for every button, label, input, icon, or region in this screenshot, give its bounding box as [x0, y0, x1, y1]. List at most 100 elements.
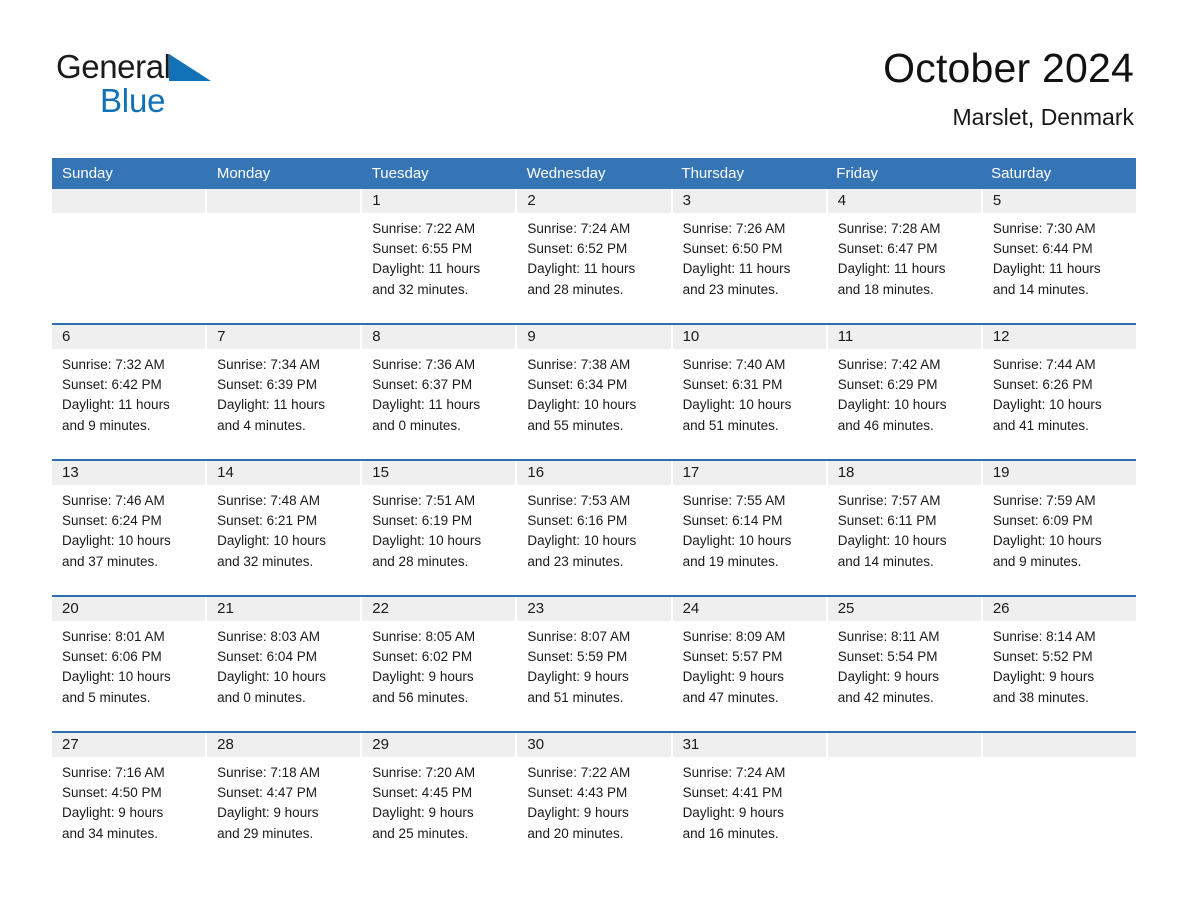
sunset-text: Sunset: 4:50 PM	[62, 785, 162, 801]
sunrise-text: Sunrise: 7:42 AM	[837, 357, 941, 372]
day-cell[interactable]: 27 Sunrise: 7:16 AM Sunset: 4:50 PM Dayligh…	[52, 733, 206, 856]
calendar-weeks: 1 Sunrise: 7:22 AM Sunset: 6:55 PM Daylight…	[52, 189, 1136, 856]
daylight-text: Daylight: 10 hours	[217, 533, 326, 549]
day-cell[interactable]: 10 Sunrise: 7:40 AM Sunset: 6:31 PM Dayligh…	[672, 325, 826, 448]
sunset-text: Sunset: 6:31 PM	[682, 377, 783, 393]
day-number-band: 14	[207, 461, 361, 485]
general-blue-logo[interactable]: General Blue	[56, 50, 211, 117]
day-details: Sunrise: 7:44 AM Sunset: 6:26 PM Daylight:…	[983, 349, 1136, 436]
sunrise-text: Sunrise: 7:16 AM	[62, 765, 165, 780]
day-cell[interactable]: 24 Sunrise: 8:09 AM Sunset: 5:57 PM Dayligh…	[672, 597, 826, 720]
day-details: Sunrise: 8:14 AM Sunset: 5:52 PM Daylight:…	[983, 621, 1136, 708]
day-cell[interactable]: 12 Sunrise: 7:44 AM Sunset: 6:26 PM Dayligh…	[982, 325, 1136, 448]
day-cell[interactable]: 9 Sunrise: 7:38 AM Sunset: 6:34 PM Daylight…	[517, 325, 671, 448]
logo-triangle-icon	[168, 54, 211, 81]
day-cell[interactable]: 30 Sunrise: 7:22 AM Sunset: 4:43 PM Dayligh…	[517, 733, 671, 856]
day-cell[interactable]: 4 Sunrise: 7:28 AM Sunset: 6:47 PM Daylight…	[827, 189, 981, 312]
day-number: 14	[217, 464, 234, 481]
daylight-text: and 20 minutes.	[527, 825, 624, 841]
daylight-text: Daylight: 10 hours	[372, 533, 482, 549]
daylight-text: Daylight: 11 hours	[372, 261, 481, 277]
daylight-text: and 41 minutes.	[992, 417, 1089, 433]
daylight-text: Daylight: 9 hours	[217, 805, 319, 821]
day-cell[interactable]: 16 Sunrise: 7:53 AM Sunset: 6:16 PM Dayligh…	[517, 461, 671, 584]
calendar-page: General Blue October 2024 Marslet, Denma…	[0, 0, 1188, 918]
day-details: Sunrise: 7:40 AM Sunset: 6:31 PM Daylight:…	[673, 349, 826, 436]
day-number-band: 8	[362, 325, 516, 349]
sunrise-text: Sunrise: 7:48 AM	[217, 493, 320, 508]
day-details: Sunrise: 7:28 AM Sunset: 6:47 PM Daylight:…	[828, 213, 981, 300]
daylight-text: and 25 minutes.	[372, 825, 469, 841]
day-number: 7	[217, 328, 226, 345]
day-cell[interactable]: 28 Sunrise: 7:18 AM Sunset: 4:47 PM Dayligh…	[207, 733, 361, 856]
daylight-text: Daylight: 11 hours	[527, 261, 636, 277]
sunset-text: Sunset: 4:41 PM	[682, 785, 783, 801]
day-cell[interactable]: 26 Sunrise: 8:14 AM Sunset: 5:52 PM Dayligh…	[982, 597, 1136, 720]
day-details	[52, 213, 205, 219]
sunrise-text: Sunrise: 7:18 AM	[217, 765, 320, 780]
day-cell[interactable]: 7 Sunrise: 7:34 AM Sunset: 6:39 PM Daylight…	[207, 325, 361, 448]
day-cell[interactable]: 17 Sunrise: 7:55 AM Sunset: 6:14 PM Dayligh…	[672, 461, 826, 584]
day-cell[interactable]: 18 Sunrise: 7:57 AM Sunset: 6:11 PM Dayligh…	[827, 461, 981, 584]
daylight-text: Daylight: 9 hours	[992, 669, 1095, 685]
day-cell[interactable]: 15 Sunrise: 7:51 AM Sunset: 6:19 PM Dayligh…	[362, 461, 516, 584]
day-cell[interactable]: 21 Sunrise: 8:03 AM Sunset: 6:04 PM Dayligh…	[207, 597, 361, 720]
day-details: Sunrise: 8:11 AM Sunset: 5:54 PM Daylight:…	[828, 621, 981, 708]
sunrise-text: Sunrise: 7:28 AM	[837, 221, 941, 236]
daylight-text: and 51 minutes.	[682, 417, 779, 433]
sunrise-text: Sunrise: 7:40 AM	[682, 357, 786, 372]
daylight-text: Daylight: 9 hours	[682, 669, 784, 685]
day-cell[interactable]: 29 Sunrise: 7:20 AM Sunset: 4:45 PM Dayligh…	[362, 733, 516, 856]
weekday-monday: Monday	[216, 165, 271, 182]
sunset-text: Sunset: 6:04 PM	[217, 649, 317, 665]
day-number: 18	[837, 464, 855, 481]
daylight-text: and 32 minutes.	[372, 281, 469, 297]
day-cell[interactable]: 20 Sunrise: 8:01 AM Sunset: 6:06 PM Dayligh…	[52, 597, 206, 720]
daylight-text: Daylight: 9 hours	[527, 669, 629, 685]
sunset-text: Sunset: 5:57 PM	[682, 649, 783, 665]
daylight-text: Daylight: 9 hours	[62, 805, 164, 821]
day-number: 17	[682, 464, 700, 481]
weekday-thursday: Thursday	[681, 165, 744, 182]
sunrise-text: Sunrise: 7:53 AM	[527, 493, 631, 508]
day-details: Sunrise: 7:59 AM Sunset: 6:09 PM Daylight:…	[983, 485, 1136, 572]
daylight-text: and 5 minutes.	[62, 689, 151, 705]
day-cell[interactable]: 1 Sunrise: 7:22 AM Sunset: 6:55 PM Daylight…	[362, 189, 516, 312]
daylight-text: and 51 minutes.	[527, 689, 624, 705]
day-cell[interactable]: 5 Sunrise: 7:30 AM Sunset: 6:44 PM Daylight…	[982, 189, 1136, 312]
daylight-text: and 9 minutes.	[62, 417, 151, 433]
day-details: Sunrise: 7:22 AM Sunset: 6:55 PM Daylight:…	[362, 213, 515, 300]
daylight-text: Daylight: 11 hours	[992, 261, 1101, 277]
day-number-band: 28	[207, 733, 361, 757]
daylight-text: Daylight: 11 hours	[372, 397, 481, 413]
logo-blue-text: Blue	[100, 82, 166, 119]
day-details: Sunrise: 7:36 AM Sunset: 6:37 PM Daylight:…	[362, 349, 515, 436]
sunset-text: Sunset: 6:24 PM	[62, 513, 162, 529]
day-cell[interactable]: 23 Sunrise: 8:07 AM Sunset: 5:59 PM Dayligh…	[517, 597, 671, 720]
day-cell[interactable]: 2 Sunrise: 7:24 AM Sunset: 6:52 PM Daylight…	[517, 189, 671, 312]
daylight-text: and 37 minutes.	[62, 553, 159, 569]
day-cell[interactable]: 8 Sunrise: 7:36 AM Sunset: 6:37 PM Daylight…	[362, 325, 516, 448]
day-number-band: 11	[827, 325, 981, 349]
day-details: Sunrise: 7:48 AM Sunset: 6:21 PM Daylight:…	[207, 485, 360, 572]
sunset-text: Sunset: 6:19 PM	[372, 513, 473, 529]
day-cell[interactable]: 25 Sunrise: 8:11 AM Sunset: 5:54 PM Dayligh…	[827, 597, 981, 720]
day-cell[interactable]: 14 Sunrise: 7:48 AM Sunset: 6:21 PM Dayligh…	[207, 461, 361, 584]
day-cell[interactable]: 22 Sunrise: 8:05 AM Sunset: 6:02 PM Dayligh…	[362, 597, 516, 720]
sunset-text: Sunset: 6:39 PM	[217, 377, 317, 393]
day-details: Sunrise: 7:24 AM Sunset: 6:52 PM Daylight:…	[517, 213, 670, 300]
day-cell[interactable]: 3 Sunrise: 7:26 AM Sunset: 6:50 PM Daylight…	[672, 189, 826, 312]
sunrise-text: Sunrise: 8:09 AM	[682, 629, 786, 644]
sunset-text: Sunset: 6:52 PM	[527, 241, 628, 257]
day-number-band: 26	[982, 597, 1136, 621]
day-cell[interactable]: 31 Sunrise: 7:24 AM Sunset: 4:41 PM Dayligh…	[672, 733, 826, 856]
daylight-text: Daylight: 9 hours	[372, 805, 474, 821]
day-cell[interactable]: 6 Sunrise: 7:32 AM Sunset: 6:42 PM Daylight…	[52, 325, 206, 448]
day-cell[interactable]: 11 Sunrise: 7:42 AM Sunset: 6:29 PM Dayligh…	[827, 325, 981, 448]
daylight-text: and 0 minutes.	[372, 417, 461, 433]
daylight-text: and 55 minutes.	[527, 417, 624, 433]
day-number-band: 22	[362, 597, 516, 621]
daylight-text: Daylight: 9 hours	[682, 805, 784, 821]
day-cell[interactable]: 19 Sunrise: 7:59 AM Sunset: 6:09 PM Dayligh…	[982, 461, 1136, 584]
day-cell[interactable]: 13 Sunrise: 7:46 AM Sunset: 6:24 PM Dayligh…	[52, 461, 206, 584]
